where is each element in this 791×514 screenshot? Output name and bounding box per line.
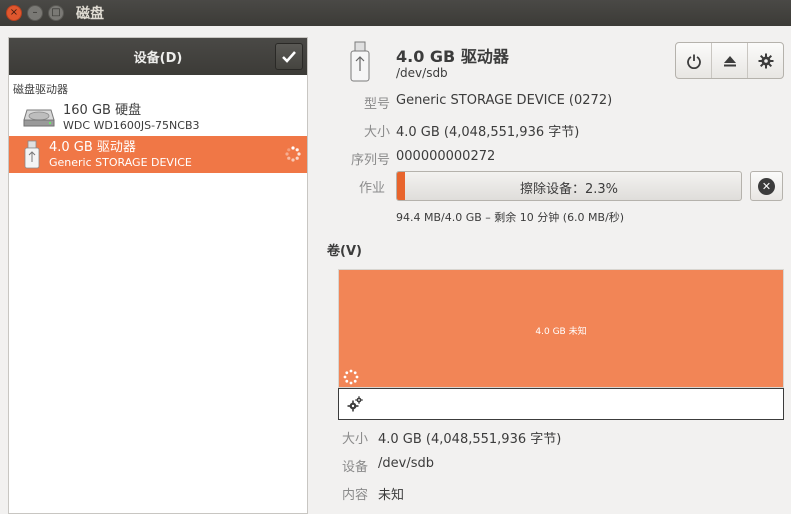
volume-contents-label: 内容 xyxy=(341,488,368,503)
job-progress-bar: 擦除设备：2.3% xyxy=(396,171,742,201)
device-details: 4.0 GB 驱动器 /dev/sdb 型号 Generic STORAGE D… xyxy=(320,37,791,514)
selection-mode-button[interactable] xyxy=(275,43,303,70)
model-label: 型号 xyxy=(363,97,390,112)
checkmark-icon xyxy=(282,50,296,63)
power-icon xyxy=(686,54,701,69)
drive-item-hdd[interactable]: 160 GB 硬盘 WDC WD1600JS-75NCB3 xyxy=(9,99,307,136)
cancel-icon: ✕ xyxy=(758,177,775,195)
size-label: 大小 xyxy=(363,125,390,140)
size-value: 4.0 GB (4,048,551,936 字节) xyxy=(396,125,580,140)
sidebar-title: 设备(D) xyxy=(133,51,183,66)
eject-button[interactable] xyxy=(712,43,748,78)
close-icon: × xyxy=(9,7,19,18)
window-title: 磁盘 xyxy=(76,6,104,22)
cancel-job-button[interactable]: ✕ xyxy=(750,171,783,201)
drive-name: 4.0 GB 驱动器 xyxy=(49,139,136,155)
drive-name: 160 GB 硬盘 xyxy=(63,102,142,118)
window-close-button[interactable]: × xyxy=(6,5,22,21)
maximize-icon: □ xyxy=(51,7,61,18)
volume-block-text: 4.0 GB 未知 xyxy=(535,327,587,337)
volume-device-label: 设备 xyxy=(341,460,368,475)
volume-block[interactable]: 4.0 GB 未知 xyxy=(338,269,784,388)
device-title: 4.0 GB 驱动器 xyxy=(396,47,509,66)
busy-spinner-icon xyxy=(285,146,301,162)
volume-device-value: /dev/sdb xyxy=(378,456,434,471)
window-minimize-button[interactable]: – xyxy=(27,5,43,21)
power-off-button[interactable] xyxy=(676,43,712,78)
device-sidebar: 设备(D) 磁盘驱动器 160 GB 硬盘 WDC WD1600JS-75NCB… xyxy=(8,37,308,514)
volume-size-label: 大小 xyxy=(341,432,368,447)
device-actions xyxy=(675,42,784,79)
volume-contents-value: 未知 xyxy=(378,488,405,503)
drive-subtitle: Generic STORAGE DEVICE xyxy=(49,155,192,169)
minimize-icon: – xyxy=(32,7,38,18)
job-label: 作业 xyxy=(358,181,385,196)
busy-spinner-icon xyxy=(343,369,359,385)
drive-item-usb[interactable]: 4.0 GB 驱动器 Generic STORAGE DEVICE xyxy=(9,136,307,173)
usb-drive-icon xyxy=(350,41,370,82)
title-bar: × – □ 磁盘 xyxy=(0,0,791,26)
gear-icon xyxy=(758,53,773,68)
model-value: Generic STORAGE DEVICE (0272) xyxy=(396,93,613,108)
window-maximize-button[interactable]: □ xyxy=(48,5,64,21)
section-label-drives: 磁盘驱动器 xyxy=(13,83,68,96)
volume-toolbar xyxy=(338,388,784,420)
gears-icon[interactable] xyxy=(347,396,363,412)
hard-disk-icon xyxy=(23,109,55,126)
volume-size-value: 4.0 GB (4,048,551,936 字节) xyxy=(378,432,562,447)
progress-text: 擦除设备：2.3% xyxy=(519,182,619,197)
usb-drive-icon xyxy=(24,140,40,168)
serial-value: 000000000272 xyxy=(396,149,496,164)
sidebar-header: 设备(D) xyxy=(9,38,307,75)
eject-icon xyxy=(723,55,736,66)
device-path: /dev/sdb xyxy=(396,66,448,80)
job-rate-text: 94.4 MB/4.0 GB – 剩余 10 分钟 (6.0 MB/秒) xyxy=(396,211,625,224)
serial-label: 序列号 xyxy=(350,153,390,168)
drive-options-button[interactable] xyxy=(748,43,783,78)
volumes-label: 卷(V) xyxy=(327,244,362,259)
drive-subtitle: WDC WD1600JS-75NCB3 xyxy=(63,118,200,132)
